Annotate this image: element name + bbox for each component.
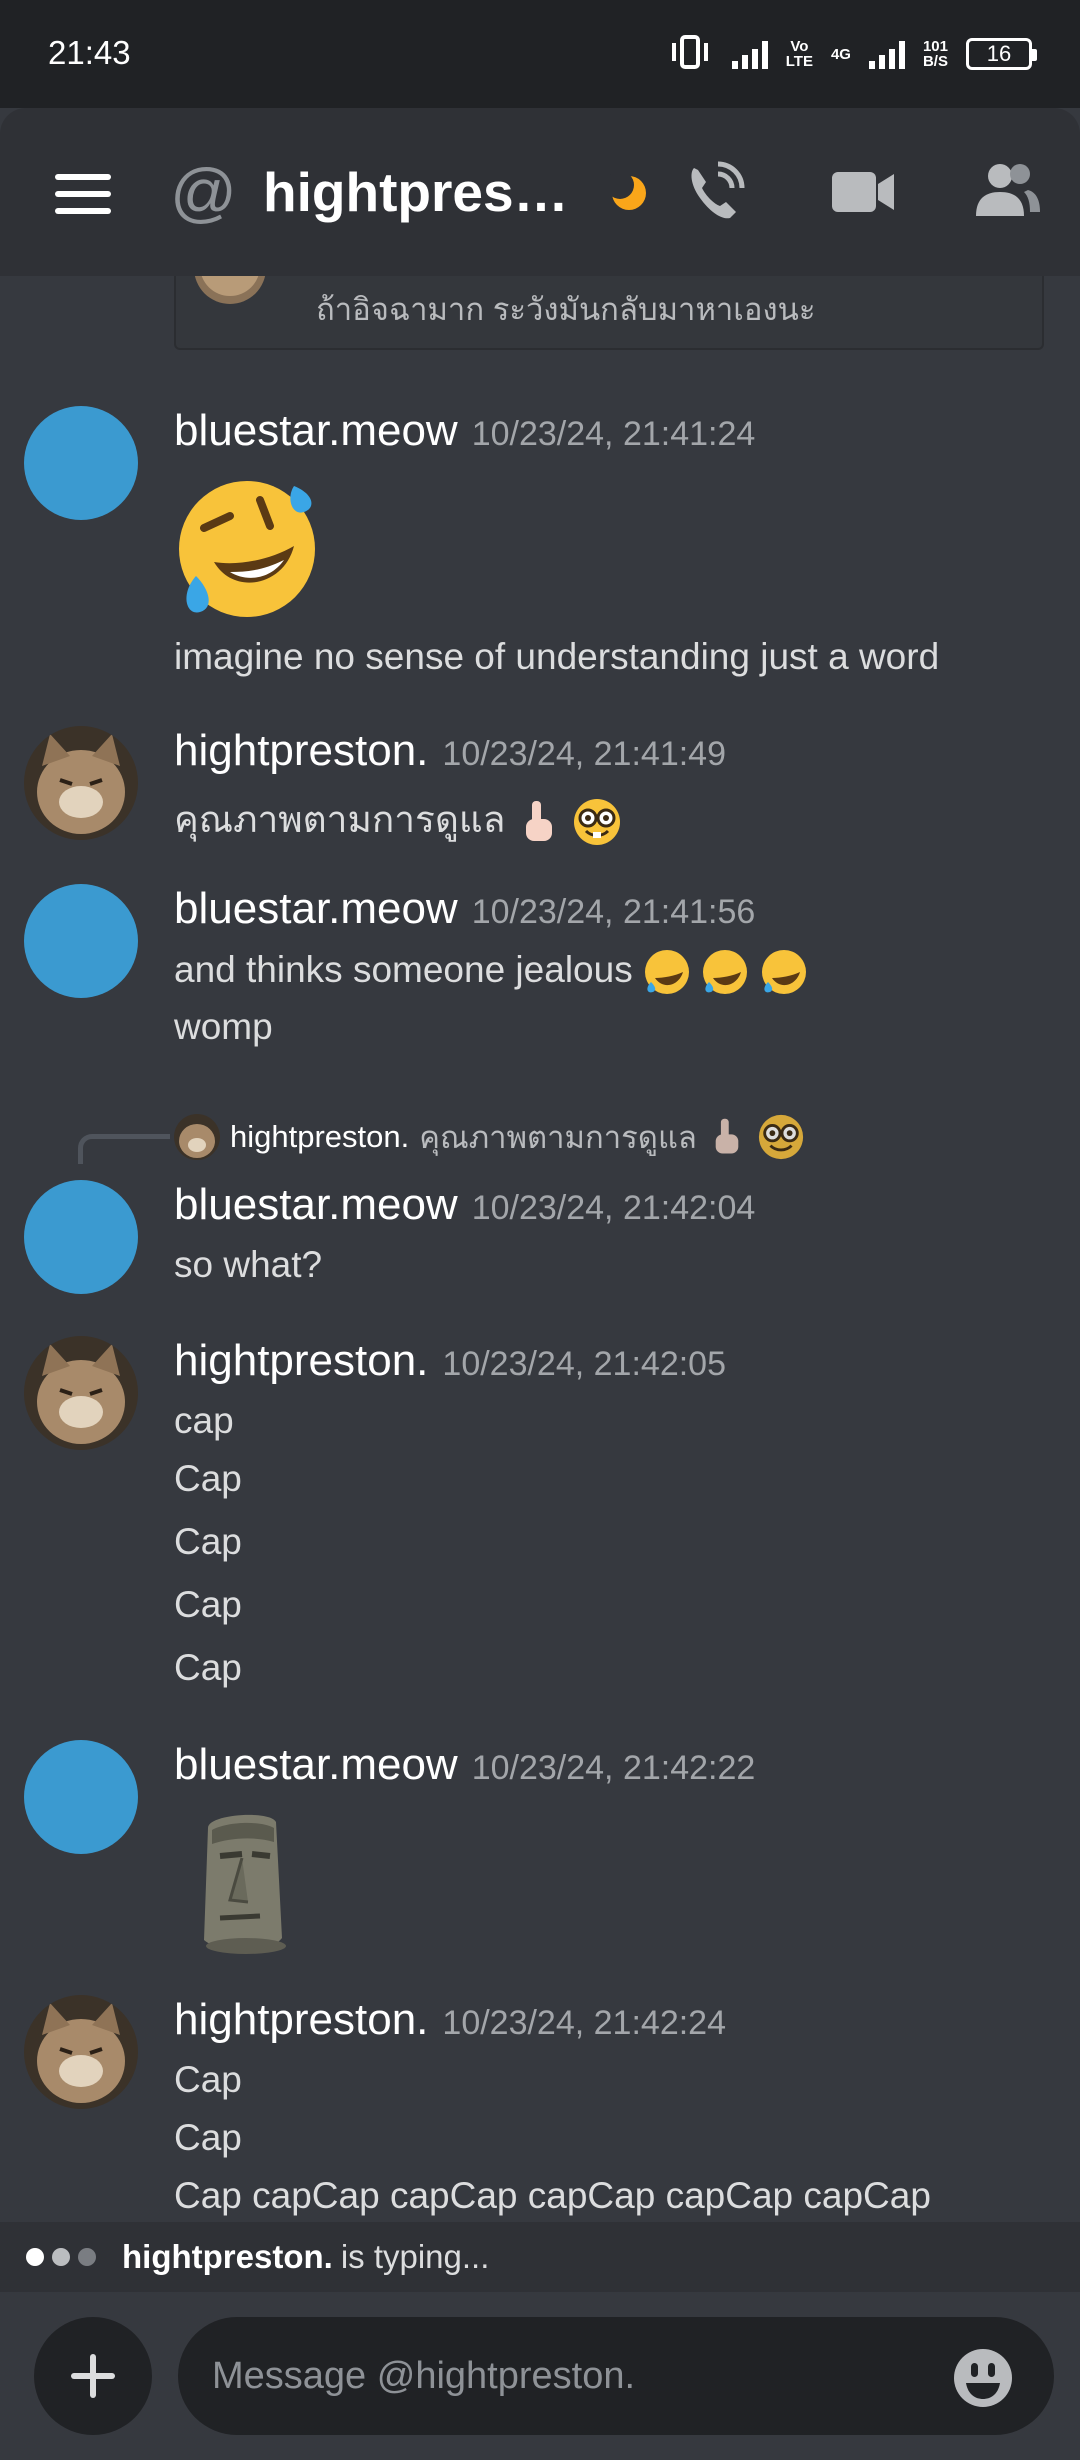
- message-line: and thinks someone jealous: [174, 948, 643, 990]
- at-icon: @: [170, 155, 237, 229]
- reply-author[interactable]: hightpreston.: [230, 1119, 409, 1155]
- avatar[interactable]: [24, 406, 138, 520]
- avatar[interactable]: [24, 1995, 138, 2109]
- rofl-emoji-icon: [644, 950, 689, 994]
- cat-avatar-icon: [174, 1114, 220, 1160]
- idle-moon-icon: [610, 174, 646, 210]
- message-timestamp: 10/23/24, 21:41:56: [471, 893, 756, 931]
- cat-avatar-icon: [24, 1336, 138, 1450]
- rofl-emoji-icon: [179, 481, 315, 617]
- dm-title[interactable]: hightpres…: [263, 160, 583, 224]
- reply-connector: [78, 1134, 170, 1164]
- cat-avatar-icon: [194, 276, 266, 304]
- signal-1-icon: [731, 39, 768, 69]
- reply-preview[interactable]: hightpreston. คุณภาพตามการดูแล: [174, 1112, 805, 1162]
- avatar[interactable]: [24, 1740, 138, 1854]
- message-composer: [0, 2292, 1080, 2460]
- message-author: hightpreston. 10/23/24, 21:41:49: [174, 726, 726, 776]
- message-list[interactable]: ถ้าอิจฉามาก ระวังมันกลับมาหาเองนะ bluest…: [0, 276, 1080, 2222]
- rofl-emoji-icon: [703, 950, 748, 994]
- signal-2-icon: [868, 39, 905, 69]
- author-name[interactable]: bluestar.meow: [174, 1740, 458, 1789]
- pointing-up-emoji-icon: [715, 1118, 739, 1154]
- message-text: Cap: [174, 1584, 242, 1625]
- avatar[interactable]: [24, 1180, 138, 1294]
- nerd-face-emoji-icon: [574, 799, 620, 846]
- status-icons: Vo LTE 4G 101 B/S 16: [668, 30, 1037, 78]
- author-name[interactable]: hightpreston.: [174, 726, 428, 775]
- author-name[interactable]: bluestar.meow: [174, 1180, 458, 1229]
- message-author: bluestar.meow 10/23/24, 21:42:04: [174, 1180, 755, 1230]
- typing-user: hightpreston.: [122, 2238, 333, 2275]
- message-timestamp: 10/23/24, 21:42:04: [471, 1189, 756, 1227]
- pointing-up-emoji-icon: [525, 801, 552, 842]
- message-author: bluestar.meow 10/23/24, 21:41:56: [174, 884, 755, 934]
- message-text: womp: [174, 1006, 273, 1047]
- avatar[interactable]: [24, 884, 138, 998]
- message-timestamp: 10/23/24, 21:42:24: [442, 2004, 726, 2042]
- network-gen-indicator: 4G: [830, 45, 851, 63]
- reply-text: คุณภาพตามการดูแล: [419, 1120, 697, 1155]
- status-bar: 21:43 Vo LTE 4G 101 B/S 16: [0, 0, 1080, 108]
- message-text: Cap: [174, 1458, 242, 1499]
- status-time: 21:43: [48, 34, 131, 71]
- rofl-emoji-icon: [761, 950, 806, 994]
- message-author: bluestar.meow 10/23/24, 21:41:24: [174, 406, 755, 456]
- voice-call-icon[interactable]: [686, 158, 748, 224]
- message-timestamp: 10/23/24, 21:42:05: [442, 1345, 726, 1383]
- message-text: imagine no sense of understanding just a…: [174, 636, 940, 677]
- previous-quote: ถ้าอิจฉามาก ระวังมันกลับมาหาเองนะ: [174, 276, 1044, 350]
- avatar[interactable]: [24, 1336, 138, 1450]
- message-line: คุณภาพตามการดูแล: [174, 799, 506, 840]
- members-icon[interactable]: [974, 162, 1042, 218]
- message-text: cap: [174, 1400, 234, 1441]
- message-text: Cap: [174, 2059, 242, 2100]
- moai-sticker-icon: [204, 1814, 286, 1954]
- message-text: so what?: [174, 1244, 323, 1285]
- video-call-icon[interactable]: [830, 170, 896, 214]
- author-name[interactable]: hightpreston.: [174, 1995, 428, 2044]
- nerd-face-emoji-icon: [758, 1114, 804, 1160]
- emoji-picker-icon[interactable]: [952, 2347, 1014, 2409]
- author-name[interactable]: hightpreston.: [174, 1336, 428, 1385]
- message-input[interactable]: [178, 2317, 1054, 2435]
- message-timestamp: 10/23/24, 21:41:24: [471, 415, 756, 453]
- typing-indicator: hightpreston. is typing...: [0, 2222, 1080, 2292]
- message-text: คุณภาพตามการดูแล: [174, 790, 622, 849]
- message-author: hightpreston. 10/23/24, 21:42:05: [174, 1336, 726, 1386]
- avatar[interactable]: [24, 726, 138, 840]
- typing-text: is typing...: [340, 2238, 490, 2275]
- message-timestamp: 10/23/24, 21:42:22: [471, 1749, 756, 1787]
- message-text: Cap: [174, 1647, 242, 1688]
- message-text: Cap: [174, 2117, 242, 2158]
- cat-avatar-icon: [24, 1995, 138, 2109]
- message-text: Cap capCap capCap capCap capCap capCap: [174, 2175, 931, 2216]
- menu-icon[interactable]: [55, 174, 111, 214]
- message-text: and thinks someone jealous: [174, 948, 808, 996]
- message-text: Cap: [174, 1521, 242, 1562]
- battery-icon: 16: [966, 38, 1037, 70]
- volte-indicator: Vo LTE: [785, 38, 813, 70]
- add-attachment-button[interactable]: [34, 2317, 152, 2435]
- message-author: bluestar.meow 10/23/24, 21:42:22: [174, 1740, 755, 1790]
- chat-header: @ hightpres…: [0, 108, 1080, 276]
- author-name[interactable]: bluestar.meow: [174, 406, 458, 455]
- author-name[interactable]: bluestar.meow: [174, 884, 458, 933]
- vibrate-icon: [668, 34, 714, 74]
- message-timestamp: 10/23/24, 21:41:49: [442, 735, 726, 773]
- message-author: hightpreston. 10/23/24, 21:42:24: [174, 1995, 726, 2045]
- cat-avatar-icon: [24, 726, 138, 840]
- net-speed: 101 B/S: [922, 38, 948, 70]
- typing-dots-icon: [26, 2248, 96, 2266]
- quote-text: ถ้าอิจฉามาก ระวังมันกลับมาหาเองนะ: [316, 292, 816, 327]
